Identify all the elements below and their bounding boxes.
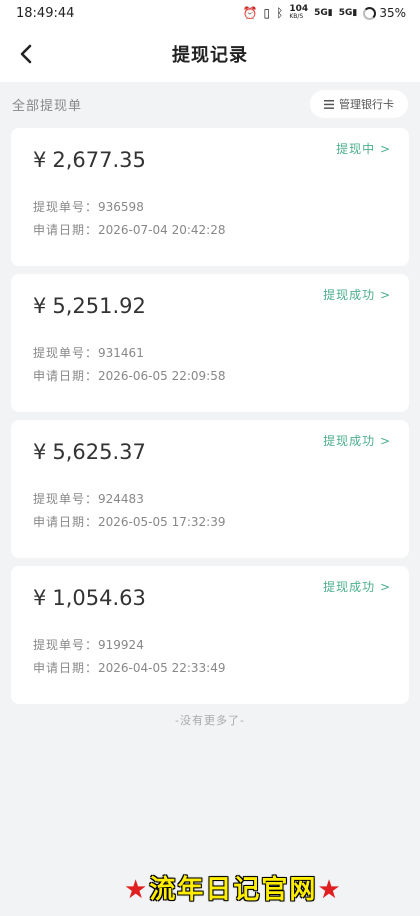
battery: 35%: [363, 6, 406, 20]
apply-date-label: 申请日期：: [33, 223, 99, 237]
star-icon: ★: [317, 875, 343, 905]
battery-level: 35%: [379, 6, 406, 20]
chevron-left-icon: [20, 44, 32, 64]
order-number-label: 提现单号：: [33, 200, 99, 214]
currency-symbol: ¥: [33, 148, 47, 172]
signal-2: 5G▮: [339, 8, 358, 18]
order-number-label: 提现单号：: [33, 638, 99, 652]
order-number-value: 924483: [98, 492, 144, 506]
apply-date-value: 2026-04-05 22:33:49: [98, 661, 226, 675]
network-speed: 104 KB/S: [289, 5, 308, 21]
amount-value: 5,625.37: [52, 440, 146, 464]
order-number-row: 提现单号：931461: [33, 342, 389, 365]
withdrawal-meta: 提现单号：919924 申请日期：2026-04-05 22:33:49: [33, 634, 389, 680]
currency-symbol: ¥: [33, 440, 47, 464]
order-number-value: 919924: [98, 638, 144, 652]
order-number-label: 提现单号：: [33, 492, 99, 506]
network-speed-value: 104: [289, 4, 309, 14]
order-number-value: 936598: [98, 200, 144, 214]
manage-bank-card-button[interactable]: 管理银行卡: [310, 90, 408, 118]
signal-icon: ▮: [327, 8, 333, 18]
signal-icon: ▮: [352, 8, 358, 18]
signal-1: 5G▮: [314, 8, 333, 18]
vibrate-icon: ▯: [263, 6, 271, 20]
amount-value: 2,677.35: [52, 148, 146, 172]
withdrawal-meta: 提现单号：936598 申请日期：2026-07-04 20:42:28: [33, 196, 389, 242]
apply-date-label: 申请日期：: [33, 515, 99, 529]
apply-date-row: 申请日期：2026-06-05 22:09:58: [33, 365, 389, 388]
back-button[interactable]: [10, 38, 42, 70]
bluetooth-icon: ᛒ: [276, 6, 284, 20]
section-title: 全部提现单: [12, 98, 83, 114]
withdrawal-status-link[interactable]: 提现成功 >: [323, 432, 391, 449]
withdrawal-list: 提现中 > ¥2,677.35 提现单号：936598 申请日期：2026-07…: [0, 126, 420, 728]
currency-symbol: ¥: [33, 586, 47, 610]
amount-value: 5,251.92: [52, 294, 146, 318]
withdrawal-meta: 提现单号：931461 申请日期：2026-06-05 22:09:58: [33, 342, 389, 388]
order-number-row: 提现单号：936598: [33, 196, 389, 219]
apply-date-value: 2026-05-05 17:32:39: [98, 515, 226, 529]
nav-bar: 提现记录: [0, 26, 420, 82]
watermark: ★流年日记官网★: [124, 869, 343, 906]
withdrawal-status-link[interactable]: 提现中 >: [336, 140, 391, 157]
withdrawal-meta: 提现单号：924483 申请日期：2026-05-05 17:32:39: [33, 488, 389, 534]
apply-date-label: 申请日期：: [33, 661, 99, 675]
order-number-row: 提现单号：919924: [33, 634, 389, 657]
apply-date-row: 申请日期：2026-07-04 20:42:28: [33, 219, 389, 242]
status-time: 18:49:44: [16, 5, 75, 21]
watermark-text: 流年日记官网: [149, 875, 318, 905]
status-icons: ⏰ ▯ ᛒ 104 KB/S 5G▮ 5G▮ 35%: [243, 5, 406, 21]
status-bar: 18:49:44 ⏰ ▯ ᛒ 104 KB/S 5G▮ 5G▮ 35%: [0, 0, 420, 26]
page-title: 提现记录: [172, 45, 248, 66]
apply-date-value: 2026-07-04 20:42:28: [98, 223, 226, 237]
apply-date-row: 申请日期：2026-04-05 22:33:49: [33, 657, 389, 680]
no-more-tip: -没有更多了-: [175, 714, 245, 727]
withdrawal-card[interactable]: 提现成功 > ¥1,054.63 提现单号：919924 申请日期：2026-0…: [11, 566, 409, 704]
order-number-row: 提现单号：924483: [33, 488, 389, 511]
apply-date-row: 申请日期：2026-05-05 17:32:39: [33, 511, 389, 534]
withdrawal-card[interactable]: 提现成功 > ¥5,625.37 提现单号：924483 申请日期：2026-0…: [11, 420, 409, 558]
apply-date-label: 申请日期：: [33, 369, 99, 383]
menu-icon: [324, 99, 334, 109]
signal-1-label: 5G: [314, 8, 328, 18]
currency-symbol: ¥: [33, 294, 47, 318]
withdrawal-status-link[interactable]: 提现成功 >: [323, 578, 391, 595]
network-speed-unit: KB/S: [289, 13, 304, 20]
withdrawal-status-link[interactable]: 提现成功 >: [323, 286, 391, 303]
apply-date-value: 2026-06-05 22:09:58: [98, 369, 226, 383]
amount-value: 1,054.63: [52, 586, 146, 610]
withdrawal-card[interactable]: 提现成功 > ¥5,251.92 提现单号：931461 申请日期：2026-0…: [11, 274, 409, 412]
order-number-label: 提现单号：: [33, 346, 99, 360]
battery-icon: [363, 6, 377, 20]
manage-bank-card-label: 管理银行卡: [339, 98, 394, 111]
signal-2-label: 5G: [338, 8, 353, 18]
alarm-icon: ⏰: [242, 6, 258, 20]
order-number-value: 931461: [98, 346, 144, 360]
sub-header: 全部提现单 管理银行卡: [0, 82, 420, 126]
star-icon: ★: [124, 875, 150, 905]
withdrawal-card[interactable]: 提现中 > ¥2,677.35 提现单号：936598 申请日期：2026-07…: [11, 128, 409, 266]
